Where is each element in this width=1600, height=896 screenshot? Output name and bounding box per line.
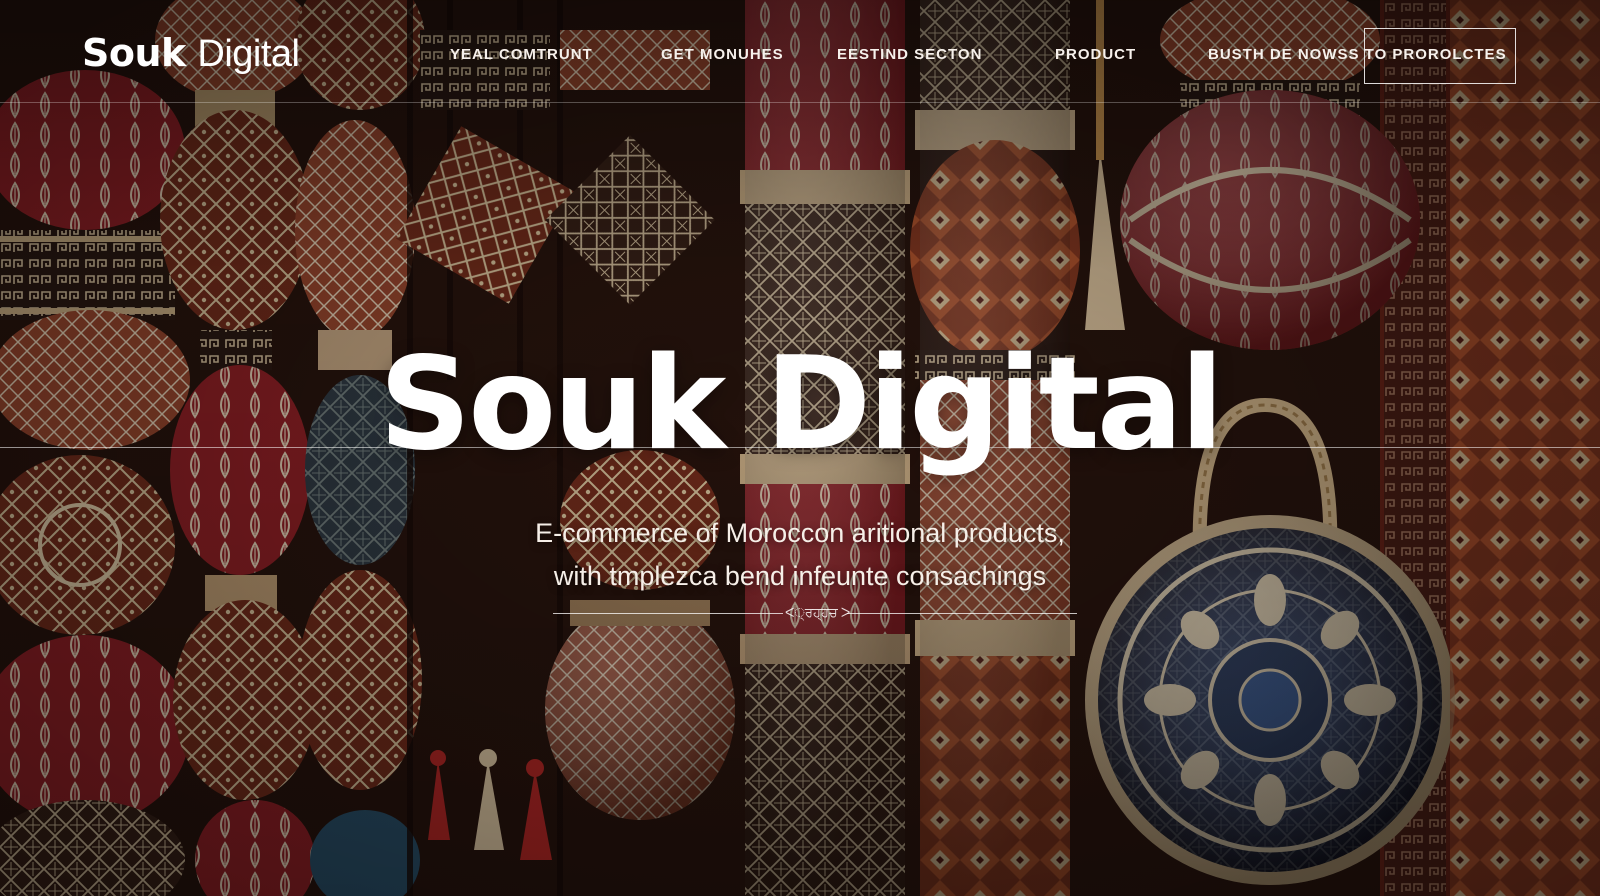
divider-ornament: ᐸ੍ਰਹ੍ਹਚ ᐳ [785, 605, 851, 620]
hero-subtitle: E-commerce of Moroccon aritional product… [0, 512, 1600, 598]
top-navigation-bar: Souk Digital YEAL COMTRUNT GET MONUHES E… [0, 0, 1600, 103]
hero-title: Souk Digital [379, 330, 1224, 479]
brand-logo-light: Digital [197, 33, 300, 75]
ornamental-divider: ᐸ੍ਰਹ੍ਹਚ ᐳ [553, 604, 1077, 622]
divider-line-right [847, 613, 1077, 614]
nav-link-product[interactable]: PRODUCT [1055, 46, 1136, 68]
nav-cta-button[interactable] [1364, 28, 1516, 84]
brand-logo-bold: Souk [82, 31, 186, 75]
nav-link-1[interactable]: YEAL COMTRUNT [450, 46, 593, 68]
hero-subtitle-line-1: E-commerce of Moroccon aritional product… [535, 518, 1065, 548]
divider-line-left [553, 613, 783, 614]
nav-link-3[interactable]: EESTIND SECTON [837, 46, 982, 68]
hero-subtitle-line-2: with tmplezca bend infeunte consachings [553, 561, 1047, 591]
nav-link-2[interactable]: GET MONUHES [661, 46, 784, 68]
brand-logo[interactable]: Souk Digital [82, 30, 300, 77]
